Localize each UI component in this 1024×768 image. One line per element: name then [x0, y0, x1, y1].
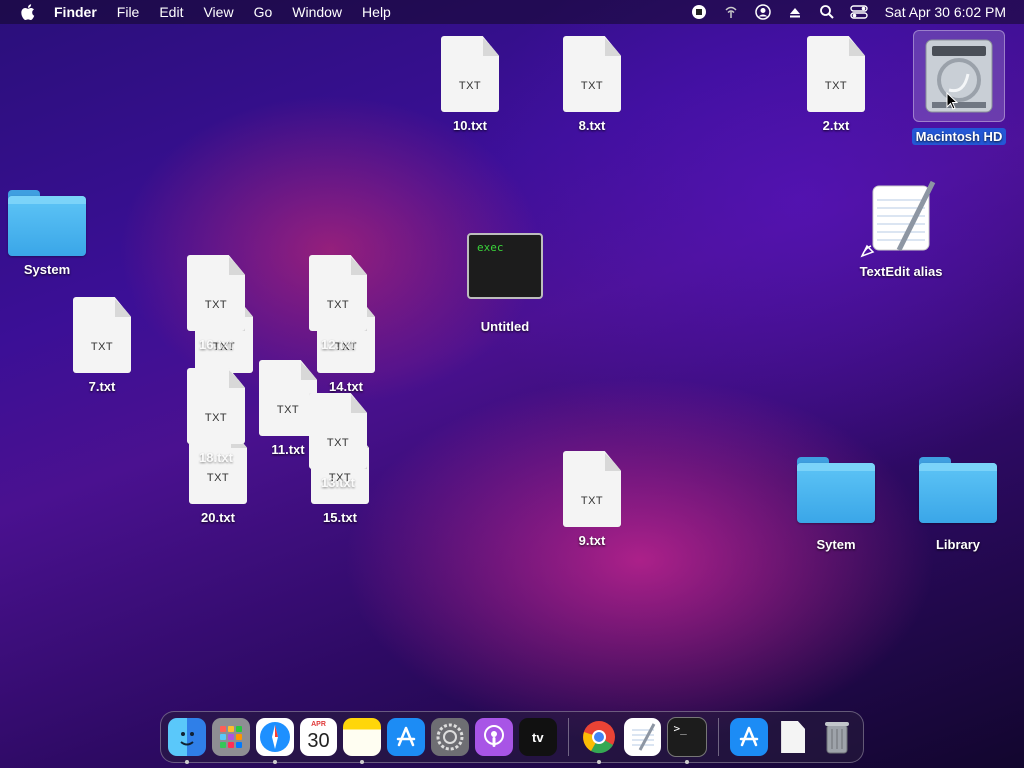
folder-label: System — [23, 262, 71, 277]
menu-bar: Finder File Edit View Go Window Help Sat… — [0, 0, 1024, 24]
terminal-icon[interactable]: >_ — [667, 717, 708, 764]
applications-folder-icon[interactable] — [730, 718, 769, 756]
desktop-file-7[interactable]: TXT 7.txt — [47, 297, 157, 394]
menu-bar-clock[interactable]: Sat Apr 30 6:02 PM — [885, 4, 1006, 20]
folder-icon — [919, 457, 997, 523]
apple-tv-icon[interactable]: tv — [518, 718, 557, 756]
textedit-icon — [859, 180, 943, 258]
textedit-dock-icon[interactable] — [623, 718, 662, 756]
document-stack-icon[interactable] — [774, 718, 812, 756]
desktop-folder-sytem[interactable]: Sytem — [781, 457, 891, 552]
desktop-untitled-exec[interactable]: exec Untitled — [450, 233, 560, 334]
folder-icon — [797, 457, 875, 523]
screen-record-stop-icon[interactable] — [689, 2, 709, 22]
folder-label: Library — [935, 537, 981, 552]
desktop-file-16[interactable]: TXT 16.txt — [161, 255, 271, 352]
alias-label: TextEdit alias — [859, 264, 943, 279]
drive-label: Macintosh HD — [911, 128, 1007, 145]
desktop-file-2[interactable]: TXT 2.txt — [781, 36, 891, 133]
menu-window[interactable]: Window — [282, 0, 352, 24]
chrome-icon[interactable] — [580, 718, 618, 764]
file-label: 16.txt — [199, 337, 233, 352]
menu-file[interactable]: File — [107, 0, 150, 24]
file-label: 10.txt — [453, 118, 487, 133]
wifi-icon[interactable] — [721, 2, 741, 22]
desktop-file-18[interactable]: TXT 18.txt — [161, 368, 271, 465]
dock-separator — [567, 718, 569, 756]
file-label: 18.txt — [199, 450, 233, 465]
desktop-file-9[interactable]: TXT 9.txt — [537, 451, 647, 548]
menu-edit[interactable]: Edit — [149, 0, 193, 24]
exec-label: Untitled — [480, 319, 530, 334]
desktop-file-8[interactable]: TXT 8.txt — [537, 36, 647, 133]
text-file-icon: TXT — [187, 255, 245, 331]
file-label: 2.txt — [822, 118, 850, 133]
desktop-macintosh-hd[interactable]: Macintosh HD — [904, 30, 1014, 146]
folder-label: Sytem — [816, 537, 856, 552]
eject-icon[interactable] — [785, 2, 805, 22]
desktop-folder-library[interactable]: Library — [903, 457, 1013, 552]
app-menu-finder[interactable]: Finder — [52, 0, 107, 24]
app-store-icon[interactable] — [387, 718, 426, 756]
menu-go[interactable]: Go — [244, 0, 283, 24]
apple-menu-icon[interactable] — [18, 4, 38, 20]
mouse-pointer-icon — [946, 91, 959, 115]
hard-drive-icon — [913, 30, 1005, 122]
control-center-icon[interactable] — [849, 2, 869, 22]
file-label: 7.txt — [88, 379, 116, 394]
folder-icon — [8, 190, 86, 256]
dock: APR 30 tv >_ — [160, 711, 864, 764]
text-file-icon: TXT — [73, 297, 131, 373]
file-label: 20.txt — [201, 510, 235, 525]
dock-separator — [718, 718, 720, 756]
text-file-icon: TXT — [309, 255, 367, 331]
finder-icon[interactable] — [168, 718, 206, 764]
text-file-icon: TXT — [187, 368, 245, 444]
trash-icon[interactable] — [818, 718, 856, 756]
system-preferences-icon[interactable] — [431, 718, 470, 756]
podcasts-icon[interactable] — [475, 718, 513, 756]
desktop-file-13[interactable]: TXT 13.txt — [283, 393, 393, 490]
desktop-folder-system[interactable]: System — [0, 190, 102, 277]
menu-help[interactable]: Help — [352, 0, 401, 24]
safari-icon[interactable] — [255, 718, 294, 764]
desktop-file-12[interactable]: TXT 12.txt — [283, 255, 393, 352]
desktop-textedit-alias[interactable]: TextEdit alias — [846, 180, 956, 279]
menu-view[interactable]: View — [193, 0, 243, 24]
desktop-file-10[interactable]: TXT 10.txt — [415, 36, 525, 133]
text-file-icon: TXT — [441, 36, 499, 112]
notes-icon[interactable] — [343, 718, 382, 764]
file-label: 15.txt — [323, 510, 357, 525]
text-file-icon: TXT — [309, 393, 367, 469]
search-icon[interactable] — [817, 2, 837, 22]
text-file-icon: TXT — [563, 36, 621, 112]
file-label: 8.txt — [578, 118, 606, 133]
calendar-icon[interactable]: APR 30 — [299, 718, 338, 756]
terminal-exec-icon: exec — [467, 233, 543, 299]
file-label: 9.txt — [578, 533, 606, 548]
text-file-icon: TXT — [563, 451, 621, 527]
launchpad-icon[interactable] — [211, 718, 250, 756]
user-account-icon[interactable] — [753, 2, 773, 22]
file-label: 12.txt — [321, 337, 355, 352]
text-file-icon: TXT — [807, 36, 865, 112]
file-label: 13.txt — [321, 475, 355, 490]
